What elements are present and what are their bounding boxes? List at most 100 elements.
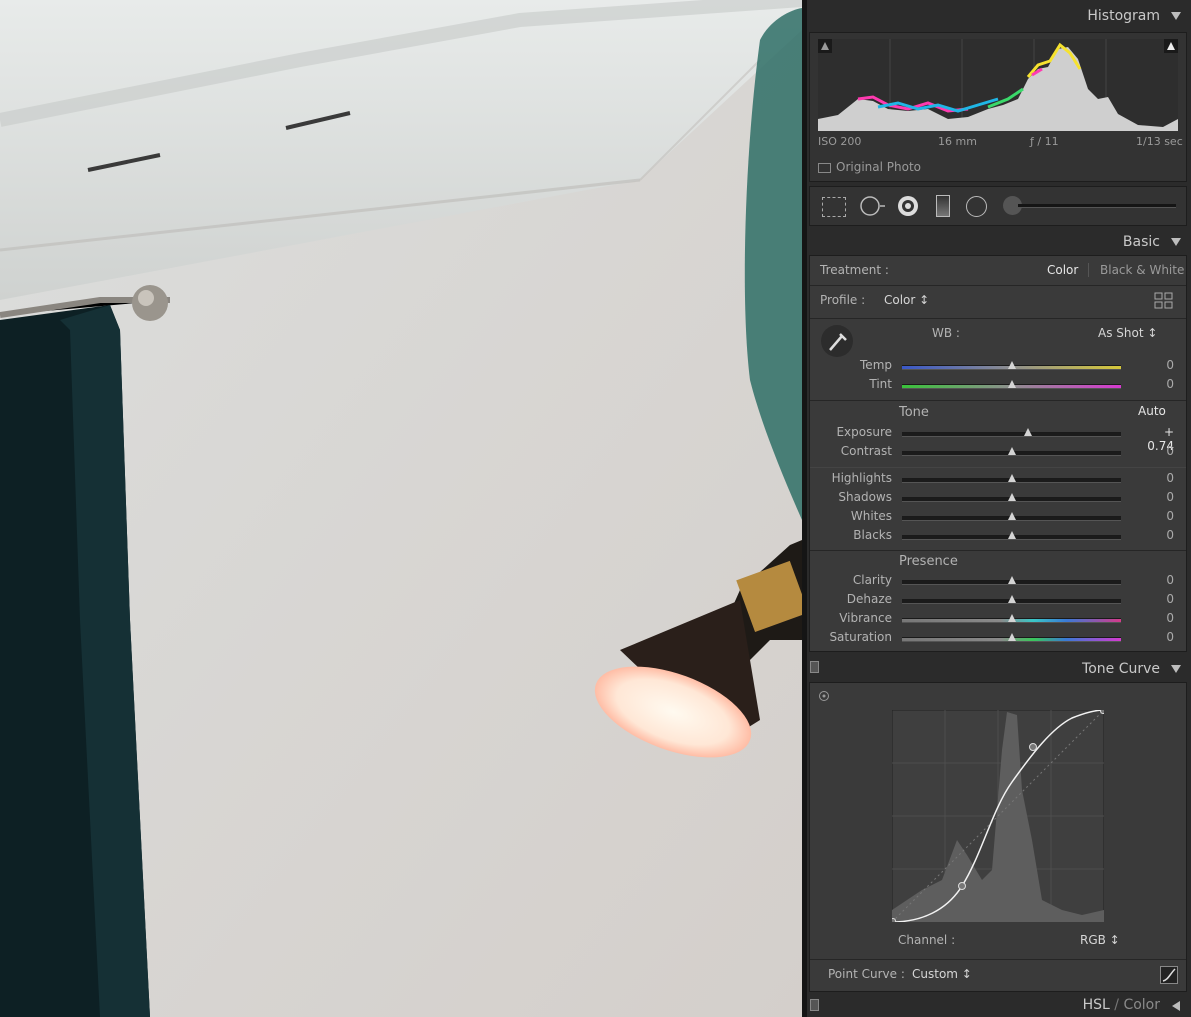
photo-image (0, 0, 802, 1017)
exif-shutter: 1/13 sec (1136, 135, 1183, 148)
collapse-triangle-icon[interactable] (1171, 12, 1181, 20)
vibrance-slider-thumb[interactable] (1007, 614, 1016, 622)
saturation-slider-thumb[interactable] (1007, 633, 1016, 641)
hsl-separator: / (1109, 997, 1124, 1013)
blacks-value[interactable]: 0 (1134, 528, 1174, 542)
blacks-slider[interactable] (902, 531, 1121, 540)
exposure-label: Exposure (836, 425, 892, 439)
clarity-value[interactable]: 0 (1134, 573, 1174, 587)
separator (810, 959, 1186, 960)
blacks-label: Blacks (853, 528, 892, 542)
profile-select[interactable]: Color ↕ (884, 293, 929, 307)
histogram-graph[interactable] (818, 39, 1178, 131)
shadows-label: Shadows (838, 490, 892, 504)
panel-toggle-switch[interactable] (810, 999, 819, 1011)
clarity-label: Clarity (852, 573, 892, 587)
dehaze-slider[interactable] (902, 595, 1121, 604)
whites-label: Whites (850, 509, 892, 523)
tint-label: Tint (869, 377, 892, 391)
shadows-slider-thumb[interactable] (1007, 493, 1016, 501)
dehaze-value[interactable]: 0 (1134, 592, 1174, 606)
exif-aperture: ƒ / 11 (1030, 135, 1059, 148)
exif-focal-length: 16 mm (938, 135, 977, 148)
contrast-value[interactable]: 0 (1134, 444, 1174, 458)
dehaze-slider-thumb[interactable] (1007, 595, 1016, 603)
tone-curve-title: Tone Curve (1082, 661, 1160, 677)
point-curve-select[interactable]: Custom ↕ (912, 967, 972, 981)
tone-label: Tone (899, 405, 929, 420)
hsl-title: HSL / Color (1083, 997, 1160, 1013)
collapse-triangle-icon[interactable] (1171, 238, 1181, 246)
saturation-slider[interactable] (902, 633, 1121, 642)
highlights-label: Highlights (831, 471, 892, 485)
histogram-title: Histogram (1087, 8, 1160, 24)
highlights-value[interactable]: 0 (1134, 471, 1174, 485)
collapse-triangle-icon[interactable] (1171, 665, 1181, 673)
temp-slider[interactable] (902, 361, 1121, 370)
tint-slider[interactable] (902, 380, 1121, 389)
hsl-tab[interactable]: HSL (1083, 997, 1110, 1013)
point-curve-edit-icon[interactable] (1160, 966, 1178, 984)
tone-curve-box: Channel : RGB ↕ Point Curve : Custom ↕ (809, 682, 1187, 992)
exposure-slider[interactable] (902, 428, 1121, 437)
dehaze-label: Dehaze (846, 592, 892, 606)
channel-label: Channel : (898, 933, 956, 947)
saturation-value[interactable]: 0 (1134, 630, 1174, 644)
red-eye-icon[interactable] (896, 194, 920, 218)
highlights-slider[interactable] (902, 474, 1121, 483)
histogram-header[interactable]: Histogram (807, 2, 1191, 30)
treatment-bw-option[interactable]: Black & White (1100, 263, 1184, 277)
whites-slider-thumb[interactable] (1007, 512, 1016, 520)
temp-value[interactable]: 0 (1134, 358, 1174, 372)
tint-slider-thumb[interactable] (1007, 380, 1016, 388)
vibrance-slider[interactable] (902, 614, 1121, 623)
shadows-slider[interactable] (902, 493, 1121, 502)
color-tab[interactable]: Color (1123, 997, 1160, 1013)
exposure-slider-thumb[interactable] (1023, 428, 1032, 436)
contrast-label: Contrast (840, 444, 892, 458)
original-photo-checkbox[interactable] (818, 163, 831, 173)
spot-removal-icon[interactable] (860, 195, 886, 217)
panel-toggle-switch[interactable] (810, 661, 819, 673)
photo-canvas[interactable] (0, 0, 802, 1017)
radial-filter-icon[interactable] (966, 196, 987, 217)
treatment-divider (1088, 263, 1089, 277)
temp-slider-thumb[interactable] (1007, 361, 1016, 369)
profile-browser-grid-icon[interactable] (1154, 292, 1174, 310)
whites-value[interactable]: 0 (1134, 509, 1174, 523)
wb-select[interactable]: As Shot ↕ (1098, 326, 1157, 340)
tool-strip (809, 186, 1187, 226)
targeted-adjustment-icon[interactable] (818, 690, 830, 702)
tone-auto-button[interactable]: Auto (1138, 404, 1166, 418)
tool-size-slider[interactable] (1018, 204, 1176, 208)
tint-value[interactable]: 0 (1134, 377, 1174, 391)
presence-label: Presence (899, 554, 958, 569)
expand-triangle-icon[interactable] (1172, 1001, 1180, 1011)
graduated-filter-icon[interactable] (936, 195, 950, 217)
tone-curve-graph[interactable] (892, 710, 1104, 922)
vibrance-label: Vibrance (839, 611, 892, 625)
hsl-header[interactable]: HSL / Color (807, 993, 1191, 1017)
crop-overlay-icon[interactable] (822, 197, 846, 217)
develop-panel: Histogram ISO 200 16 mm ƒ / 11 1/13 sec … (807, 0, 1191, 1017)
separator (810, 467, 1186, 468)
basic-header[interactable]: Basic (807, 228, 1191, 256)
profile-label: Profile : (820, 293, 866, 307)
histogram-box: ISO 200 16 mm ƒ / 11 1/13 sec Original P… (809, 32, 1187, 182)
treatment-color-option[interactable]: Color (1047, 263, 1078, 277)
whites-slider[interactable] (902, 512, 1121, 521)
point-curve-label: Point Curve : (828, 967, 905, 981)
channel-select[interactable]: RGB ↕ (1080, 933, 1120, 947)
contrast-slider-thumb[interactable] (1007, 447, 1016, 455)
contrast-slider[interactable] (902, 447, 1121, 456)
vibrance-value[interactable]: 0 (1134, 611, 1174, 625)
tone-curve-header[interactable]: Tone Curve (807, 655, 1191, 683)
clarity-slider-thumb[interactable] (1007, 576, 1016, 584)
blacks-slider-thumb[interactable] (1007, 531, 1016, 539)
separator (810, 550, 1186, 551)
shadows-value[interactable]: 0 (1134, 490, 1174, 504)
exif-iso: ISO 200 (818, 135, 862, 148)
wb-eyedropper-icon[interactable] (820, 324, 854, 358)
highlights-slider-thumb[interactable] (1007, 474, 1016, 482)
clarity-slider[interactable] (902, 576, 1121, 585)
